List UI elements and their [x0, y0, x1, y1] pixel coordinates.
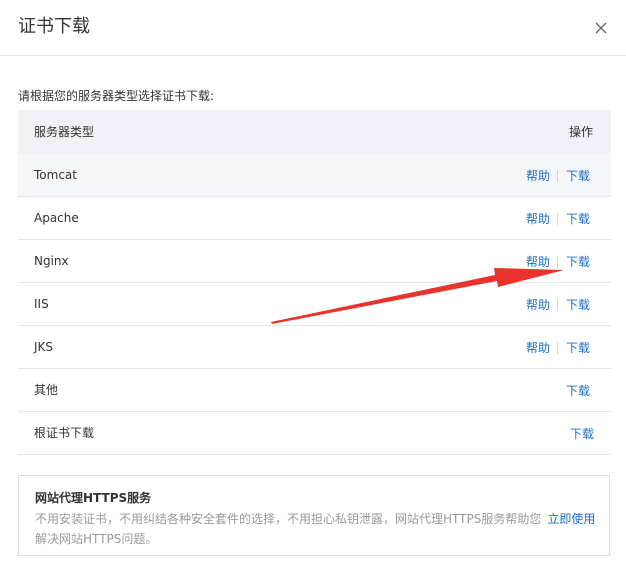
- promo-description-line1: 不用安装证书，不用纠结各种安全套件的选择，不用担心私钥泄露，网站代理HTTPS服…: [35, 512, 542, 526]
- separator: [556, 341, 558, 354]
- separator: [556, 212, 558, 225]
- row-actions: 帮助 下载: [526, 154, 590, 197]
- download-link-jks[interactable]: 下载: [566, 339, 590, 356]
- promo-description: 不用安装证书，不用纠结各种安全套件的选择，不用担心私钥泄露，网站代理HTTPS服…: [35, 509, 605, 549]
- separator: [556, 169, 558, 182]
- row-actions: 帮助 下载: [526, 326, 590, 369]
- close-icon[interactable]: [592, 19, 610, 37]
- table-row-nginx: Nginx 帮助 下载: [18, 240, 611, 283]
- download-link-iis[interactable]: 下载: [566, 296, 590, 313]
- row-actions: 下载: [566, 369, 590, 412]
- download-link-other[interactable]: 下载: [566, 382, 590, 399]
- server-name: Tomcat: [34, 168, 77, 182]
- table-row-other: 其他 下载: [18, 369, 611, 412]
- row-actions: 帮助 下载: [526, 283, 590, 326]
- help-link-tomcat[interactable]: 帮助: [526, 167, 550, 184]
- use-now-link[interactable]: 立即使用: [547, 512, 595, 526]
- certificate-download-dialog: 证书下载 请根据您的服务器类型选择证书下载: 服务器类型 操作 Tomcat 帮…: [0, 0, 626, 583]
- help-link-iis[interactable]: 帮助: [526, 296, 550, 313]
- download-link-nginx[interactable]: 下载: [566, 253, 590, 270]
- help-link-apache[interactable]: 帮助: [526, 210, 550, 227]
- header-server-type: 服务器类型: [34, 125, 95, 139]
- table-header: 服务器类型 操作: [18, 110, 611, 154]
- help-link-jks[interactable]: 帮助: [526, 339, 550, 356]
- table-row-iis: IIS 帮助 下载: [18, 283, 611, 326]
- row-actions: 下载: [570, 412, 594, 455]
- promo-description-line2: 解决网站HTTPS问题。: [35, 532, 158, 546]
- server-type-table: 服务器类型 操作 Tomcat 帮助 下载 Apache 帮助 下载 Nginx…: [18, 110, 611, 455]
- table-row-tomcat: Tomcat 帮助 下载: [18, 154, 611, 197]
- download-link-root-cert[interactable]: 下载: [570, 425, 594, 442]
- download-link-tomcat[interactable]: 下载: [566, 167, 590, 184]
- server-name: 根证书下载: [34, 426, 95, 440]
- dialog-title: 证书下载: [18, 16, 90, 37]
- separator: [556, 298, 558, 311]
- server-name: Apache: [34, 211, 79, 225]
- help-link-nginx[interactable]: 帮助: [526, 253, 550, 270]
- https-proxy-promo: 网站代理HTTPS服务 不用安装证书，不用纠结各种安全套件的选择，不用担心私钥泄…: [18, 475, 610, 556]
- table-row-root-cert: 根证书下载 下载: [18, 412, 611, 455]
- table-row-jks: JKS 帮助 下载: [18, 326, 611, 369]
- server-name: JKS: [34, 340, 54, 354]
- table-row-apache: Apache 帮助 下载: [18, 197, 611, 240]
- row-actions: 帮助 下载: [526, 197, 590, 240]
- row-actions: 帮助 下载: [526, 240, 590, 283]
- server-name: IIS: [34, 297, 49, 311]
- promo-title: 网站代理HTTPS服务: [35, 491, 152, 505]
- server-name: 其他: [34, 383, 59, 397]
- intro-text: 请根据您的服务器类型选择证书下载:: [18, 89, 215, 103]
- header-operations: 操作: [568, 125, 593, 139]
- separator: [556, 255, 558, 268]
- server-name: Nginx: [34, 254, 69, 268]
- download-link-apache[interactable]: 下载: [566, 210, 590, 227]
- dialog-header: 证书下载: [0, 0, 626, 56]
